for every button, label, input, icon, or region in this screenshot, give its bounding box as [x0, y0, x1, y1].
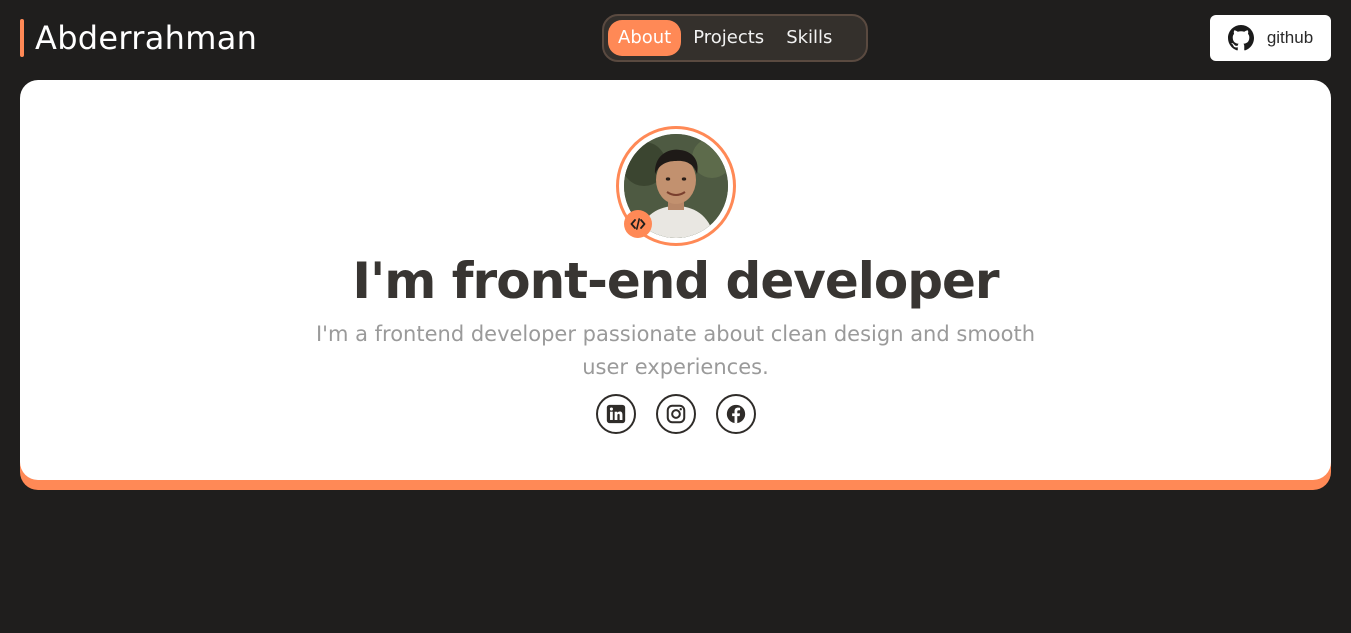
hero-subtitle: I'm a frontend developer passionate abou…: [315, 322, 1036, 379]
code-badge: [624, 210, 652, 238]
facebook-link[interactable]: [716, 394, 756, 434]
site-header: Abderrahman About Projects Skills github: [0, 0, 1351, 80]
facebook-icon: [726, 404, 746, 424]
brand[interactable]: Abderrahman: [20, 18, 257, 57]
brand-name: Abderrahman: [35, 18, 258, 57]
github-label: github: [1266, 28, 1314, 47]
brand-accent-bar: [20, 18, 24, 57]
hero-title: I'm front-end developer: [352, 252, 999, 310]
instagram-link[interactable]: [656, 394, 696, 434]
nav-item-about[interactable]: About: [608, 20, 682, 56]
github-button[interactable]: github: [1210, 15, 1331, 61]
linkedin-icon: [606, 404, 626, 424]
main-nav: About Projects Skills: [602, 14, 868, 62]
code-icon: [630, 218, 646, 230]
social-links: [596, 394, 756, 434]
nav-item-projects[interactable]: Projects: [683, 20, 774, 56]
instagram-icon: [666, 404, 686, 424]
github-icon: [1227, 25, 1254, 51]
hero-card: I'm front-end developer I'm a frontend d…: [20, 80, 1331, 480]
nav-item-skills[interactable]: Skills: [776, 20, 842, 56]
linkedin-link[interactable]: [596, 394, 636, 434]
